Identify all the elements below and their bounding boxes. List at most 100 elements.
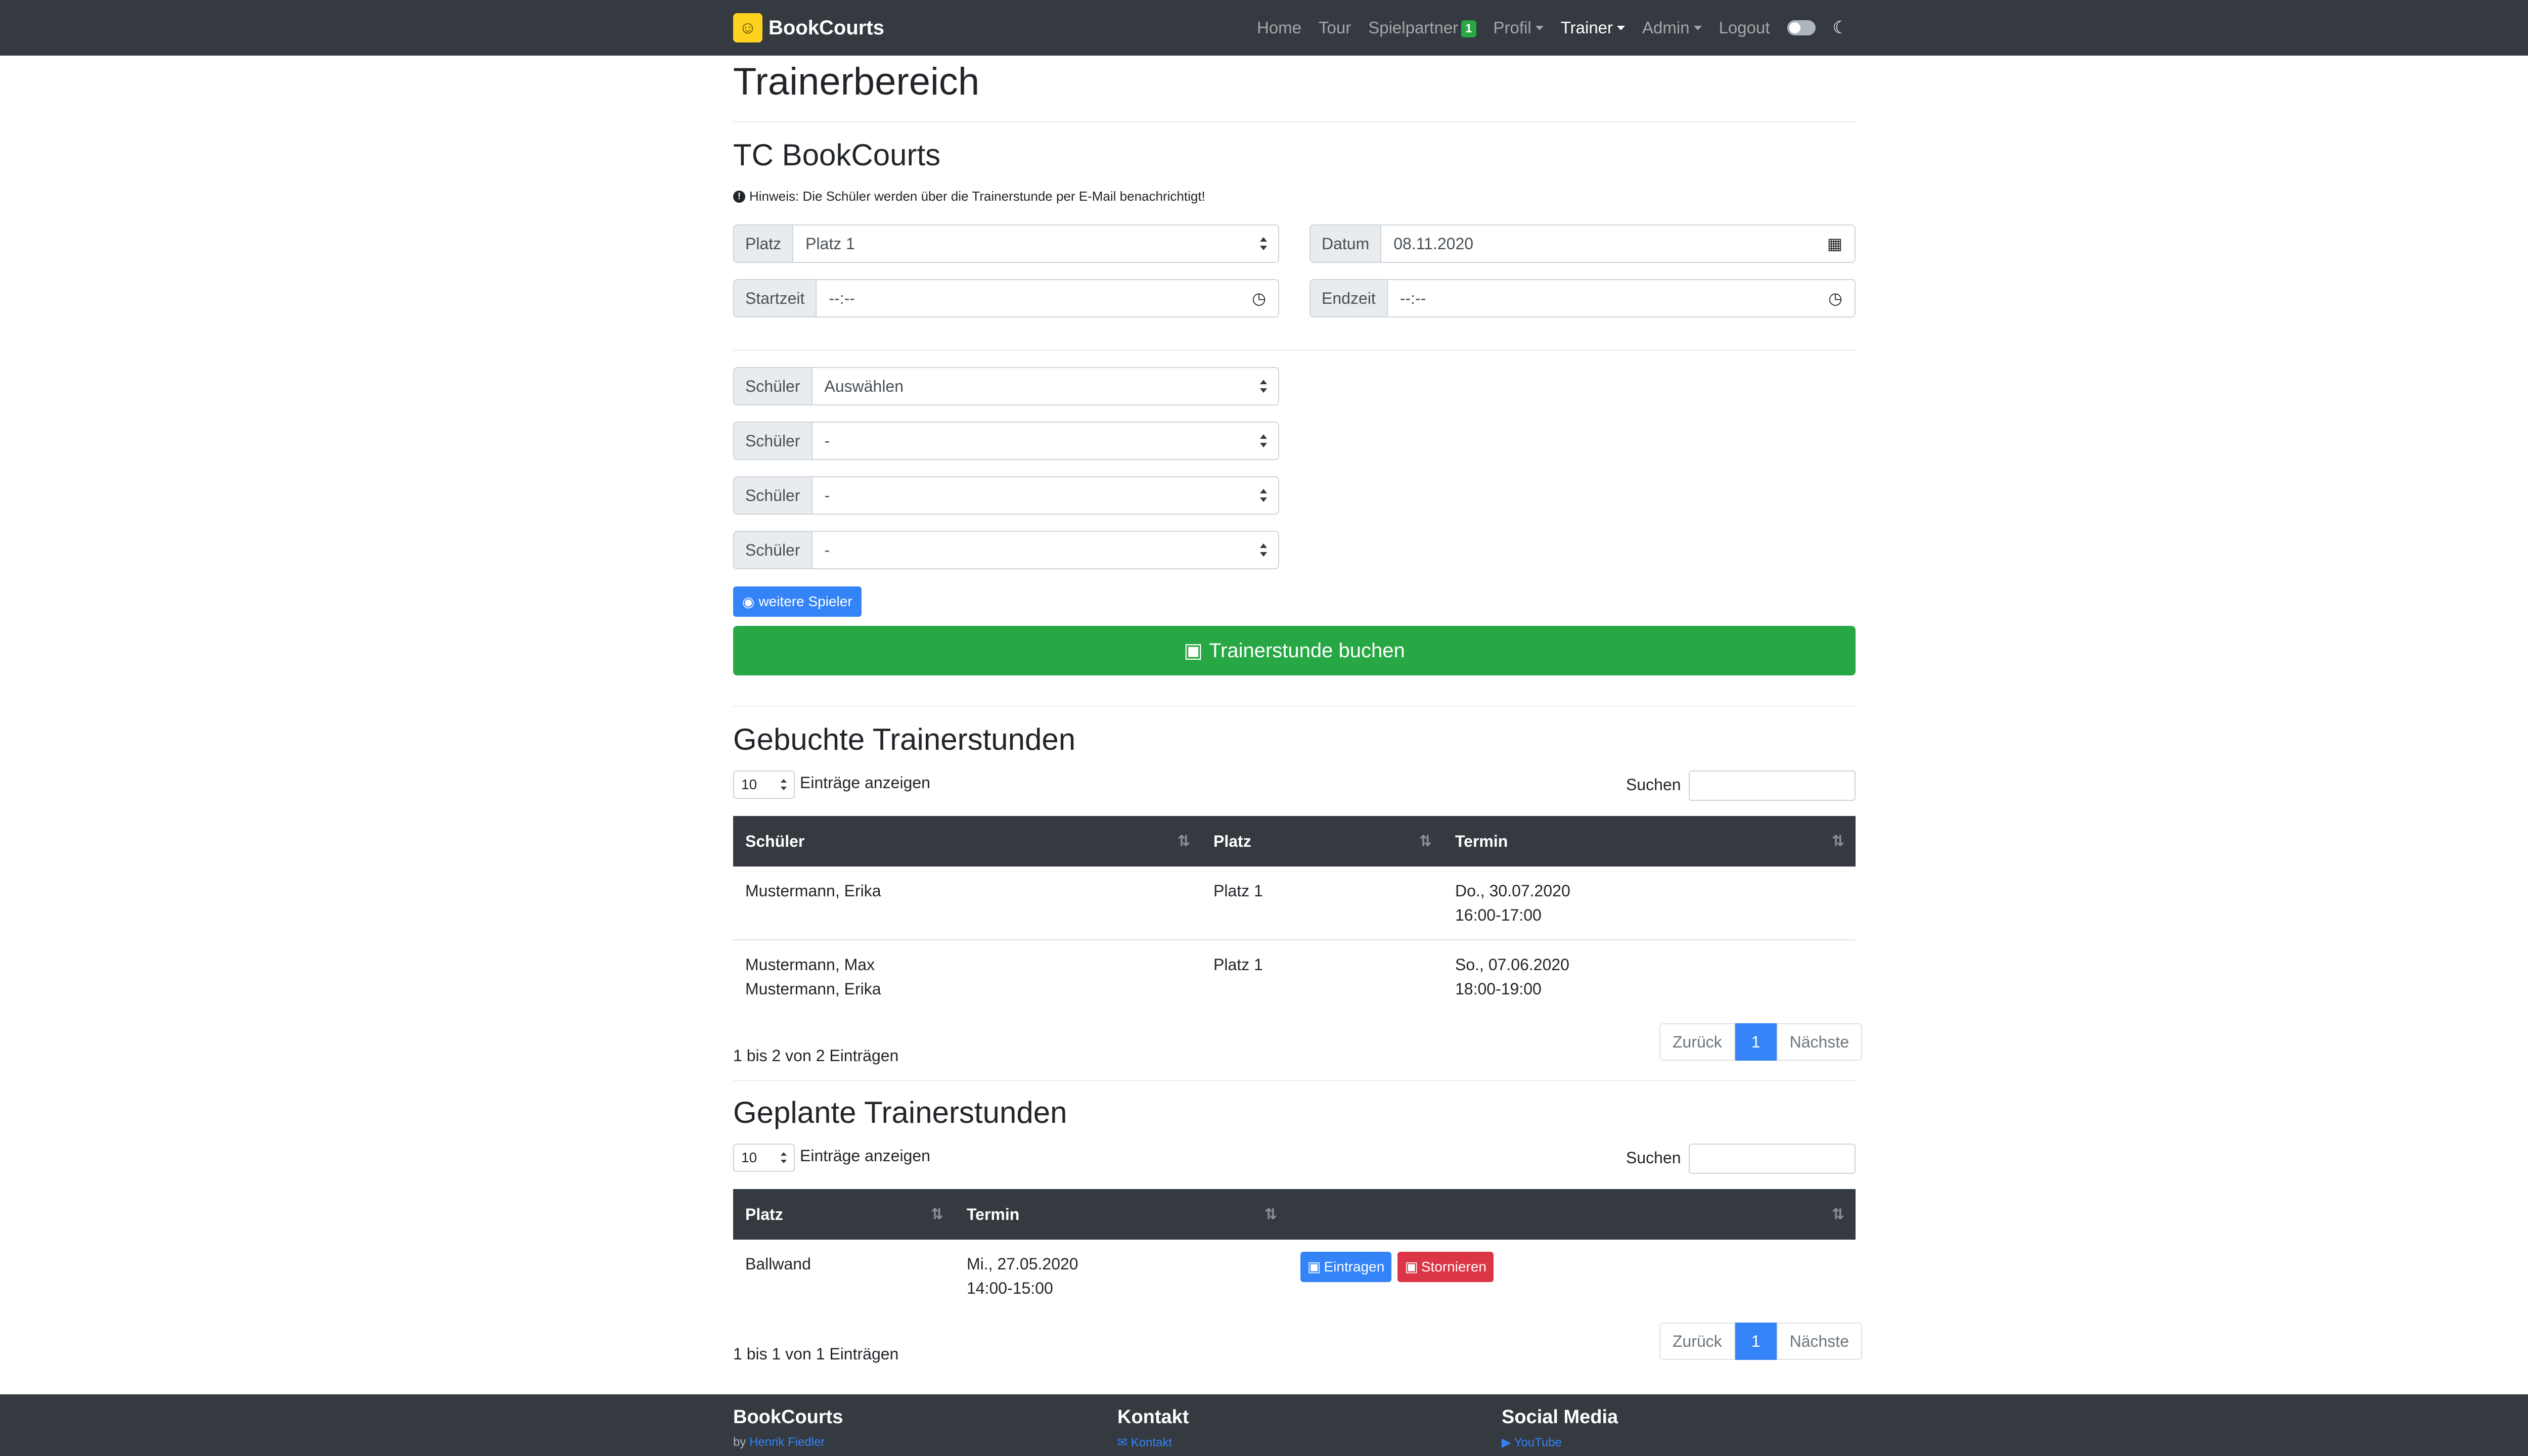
table-row: Mustermann, Erika Platz 1 Do., 30.07.202…: [733, 867, 1856, 940]
select-arrows-icon: [781, 779, 787, 790]
clock-icon[interactable]: ◷: [1252, 289, 1266, 308]
schueler-select[interactable]: -: [812, 423, 1278, 459]
termin-date: Do., 30.07.2020: [1455, 882, 1570, 900]
nav-profil[interactable]: Profil: [1494, 18, 1544, 37]
nav-spielpartner[interactable]: Spielpartner 1: [1368, 18, 1476, 37]
clock-icon[interactable]: ◷: [1828, 289, 1842, 308]
footer-kontakt-title: Kontakt: [1117, 1406, 1189, 1428]
youtube-icon: ▶: [1502, 1436, 1511, 1449]
pagination-prev[interactable]: Zurück: [1659, 1323, 1735, 1360]
book-lesson-button[interactable]: ▣ Trainerstunde buchen: [733, 626, 1856, 675]
table-header-row: Platz ⇅ Termin ⇅ ⇅: [733, 1189, 1856, 1240]
startzeit-group: Startzeit --:-- ◷: [733, 279, 1279, 317]
endzeit-group: Endzeit --:-- ◷: [1310, 279, 1856, 317]
eye-icon: ◉: [742, 594, 755, 610]
brand[interactable]: ☺ BookCourts: [733, 13, 884, 42]
nav-logout[interactable]: Logout: [1719, 18, 1770, 37]
column-header-termin[interactable]: Termin ⇅: [955, 1189, 1288, 1240]
schueler-select[interactable]: Auswählen: [812, 368, 1278, 404]
enter-button[interactable]: ▣ Eintragen: [1300, 1252, 1392, 1282]
column-header-label: Termin: [967, 1205, 1020, 1223]
column-header-schueler[interactable]: Schüler ⇅: [733, 816, 1201, 867]
divider: [733, 1080, 1856, 1081]
footer: BookCourts by Henrik Fiedler Kontakt ✉ K…: [0, 1394, 2528, 1456]
endzeit-input[interactable]: --:-- ◷: [1387, 280, 1855, 316]
hint: ! Hinweis: Die Schüler werden über die T…: [733, 189, 1205, 204]
endzeit-label: Endzeit: [1311, 280, 1388, 316]
platz-label: Platz: [734, 225, 794, 262]
column-header-platz[interactable]: Platz ⇅: [1201, 816, 1443, 867]
pagination-page[interactable]: 1: [1735, 1023, 1777, 1061]
schueler-select[interactable]: -: [812, 477, 1278, 514]
endzeit-value: --:--: [1400, 289, 1426, 307]
brand-name: BookCourts: [769, 16, 884, 39]
termin-time: 14:00-15:00: [967, 1279, 1053, 1297]
chevron-down-icon: [1535, 26, 1544, 30]
pagination-page[interactable]: 1: [1735, 1323, 1777, 1360]
navbar: ☺ BookCourts Home Tour Spielpartner 1 Pro…: [0, 0, 2528, 56]
datum-input[interactable]: 08.11.2020 ▦: [1381, 225, 1855, 262]
booked-info: 1 bis 2 von 2 Einträgen: [733, 1046, 899, 1065]
booked-length-select[interactable]: 10: [733, 770, 795, 799]
brand-logo-icon: ☺: [733, 13, 762, 42]
column-header-label: Platz: [745, 1205, 783, 1223]
footer-kontakt-link[interactable]: ✉ Kontakt: [1117, 1436, 1172, 1449]
pagination-next[interactable]: Nächste: [1776, 1323, 1862, 1360]
cell-termin: Do., 30.07.2020 16:00-17:00: [1443, 867, 1856, 940]
footer-youtube-label: YouTube: [1514, 1436, 1562, 1449]
schueler-label: Schüler: [734, 532, 812, 568]
table-row: Ballwand Mi., 27.05.2020 14:00-15:00 ▣ Ein…: [733, 1240, 1856, 1312]
footer-byline: by Henrik Fiedler: [733, 1435, 843, 1449]
select-arrows-icon: [1260, 543, 1267, 557]
planned-search-input[interactable]: [1689, 1144, 1856, 1174]
termin-date: Mi., 27.05.2020: [967, 1255, 1078, 1273]
startzeit-label: Startzeit: [734, 280, 817, 316]
sort-icon: ⇅: [1831, 833, 1844, 850]
schueler-value: Auswählen: [824, 377, 904, 395]
nav-trainer[interactable]: Trainer: [1561, 18, 1626, 37]
footer-kontakt-label: Kontakt: [1131, 1436, 1172, 1449]
pagination-next[interactable]: Nächste: [1776, 1023, 1862, 1061]
pagination-prev[interactable]: Zurück: [1659, 1023, 1735, 1061]
cell-schueler: Mustermann, Erika: [733, 867, 1201, 940]
booked-search-input[interactable]: [1689, 770, 1856, 801]
footer-social-col: Social Media ▶ YouTube: [1502, 1406, 1618, 1450]
calendar-icon[interactable]: ▦: [1827, 234, 1842, 253]
sort-icon: ⇅: [1419, 833, 1432, 850]
footer-youtube-link[interactable]: ▶ YouTube: [1502, 1436, 1562, 1449]
student-name: Mustermann, Max: [745, 956, 875, 974]
column-header-termin[interactable]: Termin ⇅: [1443, 816, 1856, 867]
footer-kontakt-col: Kontakt ✉ Kontakt: [1117, 1406, 1189, 1450]
booked-pagination: Zurück 1 Nächste: [1659, 1023, 1862, 1061]
envelope-icon: ✉: [1117, 1436, 1128, 1449]
table-row: Mustermann, Max Mustermann, Erika Platz 1…: [733, 939, 1856, 1013]
startzeit-value: --:--: [829, 289, 855, 307]
footer-kontakt-line: ✉ Kontakt: [1117, 1435, 1189, 1450]
column-header-platz[interactable]: Platz ⇅: [733, 1189, 955, 1240]
booked-table: Schüler ⇅ Platz ⇅ Termin ⇅ Mustermann, Erik…: [733, 816, 1856, 1013]
footer-author-link[interactable]: Henrik Fiedler: [749, 1435, 825, 1449]
nav-home[interactable]: Home: [1257, 18, 1301, 37]
schueler-select[interactable]: -: [812, 532, 1278, 568]
select-arrows-icon: [781, 1152, 787, 1163]
cell-schueler: Mustermann, Max Mustermann, Erika: [733, 939, 1201, 1013]
column-header-actions[interactable]: ⇅: [1288, 1189, 1856, 1240]
planned-section-title: Geplante Trainerstunden: [733, 1096, 1067, 1129]
schueler-label: Schüler: [734, 477, 812, 514]
nav-admin-label: Admin: [1642, 18, 1690, 37]
student-name: Mustermann, Erika: [745, 980, 881, 998]
more-players-button[interactable]: ◉ weitere Spieler: [733, 586, 862, 617]
nav-admin[interactable]: Admin: [1642, 18, 1702, 37]
termin-time: 16:00-17:00: [1455, 906, 1542, 924]
planned-length-select[interactable]: 10: [733, 1144, 795, 1172]
dark-mode-toggle[interactable]: [1787, 20, 1816, 35]
more-players-label: weitere Spieler: [758, 594, 852, 609]
cancel-button[interactable]: ▣ Stornieren: [1397, 1252, 1494, 1282]
badge-icon: 1: [1461, 20, 1476, 37]
startzeit-input[interactable]: --:-- ◷: [817, 280, 1278, 316]
nav-tour[interactable]: Tour: [1319, 18, 1351, 37]
planned-pagination: Zurück 1 Nächste: [1659, 1323, 1862, 1360]
calendar-plus-icon: ▣: [1184, 640, 1203, 662]
divider: [733, 350, 1856, 351]
platz-select[interactable]: Platz 1: [793, 225, 1278, 262]
